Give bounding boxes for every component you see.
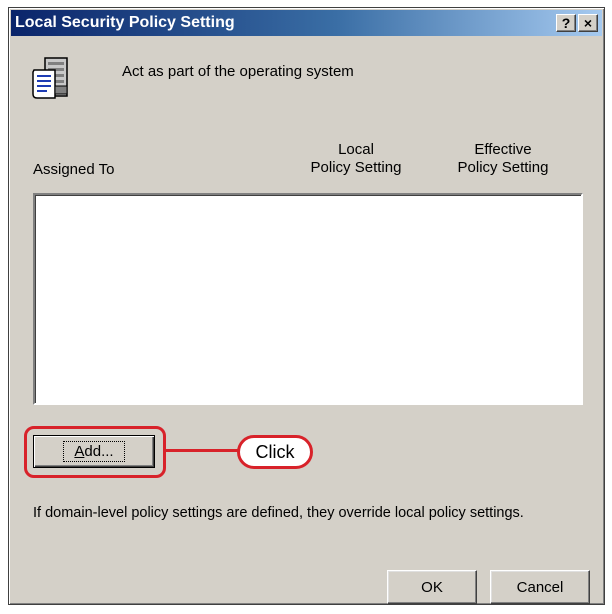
policy-name: Act as part of the operating system [122,63,354,80]
title-bar: Local Security Policy Setting ? × [11,10,602,36]
cancel-button[interactable]: Cancel [490,570,590,604]
column-header-local-line2: Policy Setting [310,159,402,176]
help-button[interactable]: ? [556,14,576,32]
assigned-to-list[interactable] [33,193,583,405]
add-button[interactable]: Add... [33,435,155,468]
add-button-accelerator: A [74,443,85,460]
domain-policy-note: If domain-level policy settings are defi… [33,505,524,521]
column-header-assigned-to-label: Assigned To [33,161,115,178]
column-header-assigned-to[interactable]: Assigned To [33,161,114,179]
local-security-policy-dialog: Local Security Policy Setting ? × Act as… [8,7,605,605]
callout-connector-line [166,449,238,452]
add-button-label: Add... [63,441,125,462]
click-callout: Click [237,435,313,469]
dialog-title: Local Security Policy Setting [15,14,235,31]
column-header-local-policy-setting[interactable]: Local Policy Setting [301,141,411,177]
column-header-local-line1: Local [338,141,374,158]
column-header-effective-policy-setting[interactable]: Effective Policy Setting [445,141,561,177]
add-button-label-rest: dd... [84,443,114,460]
column-header-effective-line1: Effective [474,141,532,158]
policy-document-icon [32,57,68,99]
ok-button[interactable]: OK [387,570,477,604]
column-header-effective-line2: Policy Setting [457,159,549,176]
close-button[interactable]: × [578,14,598,32]
